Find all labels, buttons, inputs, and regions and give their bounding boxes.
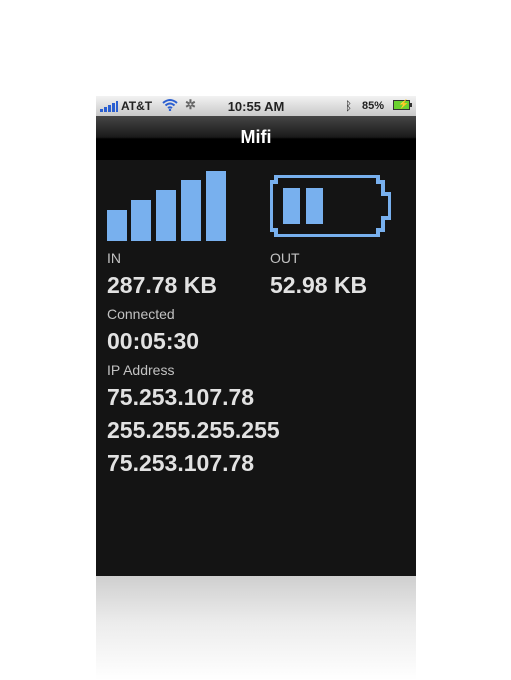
status-bar: AT&T ✲ 10:55 AM ᛒ 85% ⚡ [96, 96, 416, 116]
navigation-bar: Mifi [96, 116, 416, 160]
ip-address-label: IP Address [107, 362, 175, 378]
subnet-mask-value: 255.255.255.255 [107, 417, 280, 443]
screen-reflection [96, 576, 416, 680]
charging-battery-icon: ⚡ [393, 99, 412, 110]
connected-duration: 00:05:30 [107, 328, 200, 354]
bluetooth-icon: ᛒ [345, 99, 353, 113]
page-title: Mifi [240, 127, 272, 147]
out-value: 52.98 KB [270, 272, 368, 298]
in-label: IN [107, 250, 121, 266]
signal-bars-icon [107, 171, 227, 241]
ip-address-value: 75.253.107.78 [107, 384, 255, 410]
in-value: 287.78 KB [107, 272, 217, 298]
connected-label: Connected [107, 306, 175, 322]
gateway-address-value: 75.253.107.78 [107, 450, 255, 476]
device-screen: AT&T ✲ 10:55 AM ᛒ 85% ⚡ Mifi IN 287.78 K… [96, 96, 416, 576]
out-label: OUT [270, 250, 300, 266]
battery-level-icon [269, 174, 392, 242]
battery-percent: 85% [362, 100, 385, 112]
